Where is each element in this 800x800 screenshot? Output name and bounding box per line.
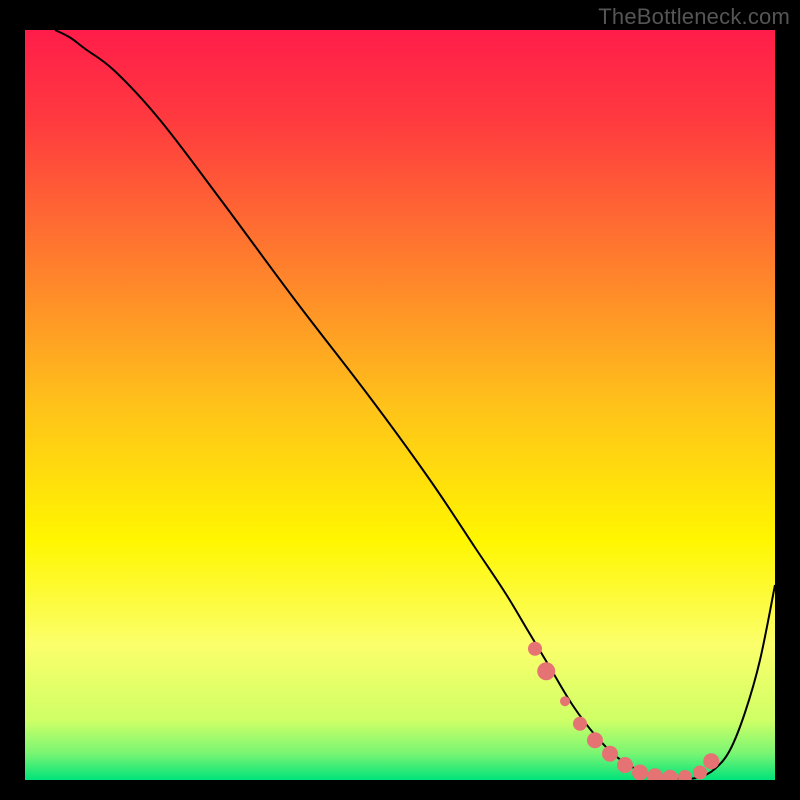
highlight-point: [560, 696, 570, 706]
chart-svg: [0, 0, 800, 800]
highlight-point: [632, 765, 648, 781]
highlight-point: [617, 757, 633, 773]
highlight-point: [587, 732, 603, 748]
highlight-point: [573, 717, 587, 731]
highlight-point: [528, 642, 542, 656]
watermark-text: TheBottleneck.com: [598, 4, 790, 30]
highlight-point: [693, 766, 707, 780]
chart-canvas: TheBottleneck.com: [0, 0, 800, 800]
plot-background: [25, 30, 775, 780]
highlight-point: [703, 753, 719, 769]
highlight-point: [602, 746, 618, 762]
highlight-point: [537, 662, 555, 680]
